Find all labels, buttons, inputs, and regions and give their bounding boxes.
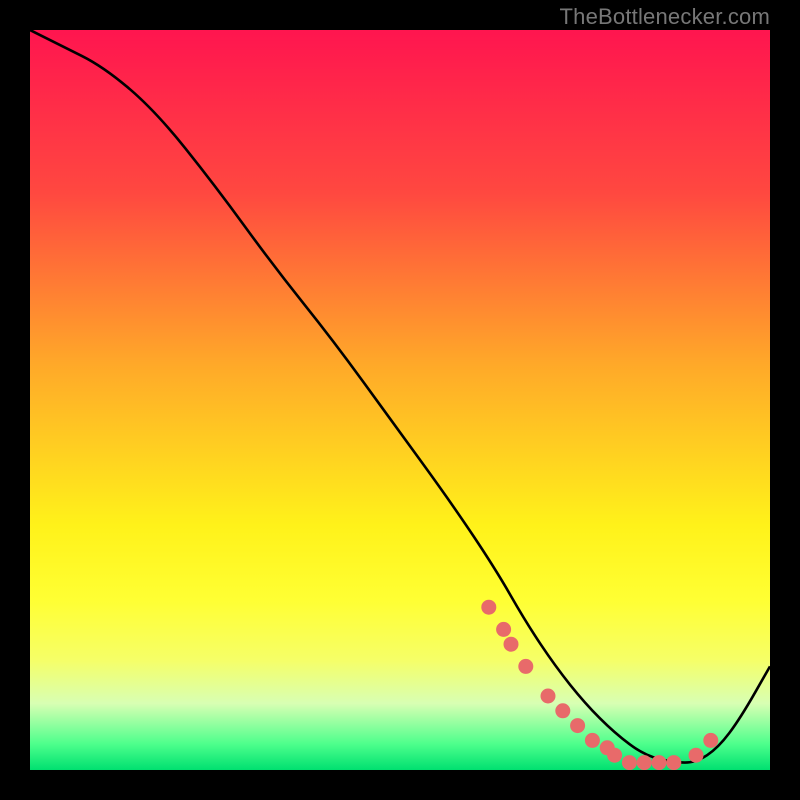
chart-frame: TheBottlenecker.com: [0, 0, 800, 800]
marker-dot: [637, 755, 652, 770]
marker-dot: [481, 600, 496, 615]
marker-dot: [666, 755, 681, 770]
plot-area: [30, 30, 770, 770]
marker-dot: [607, 748, 622, 763]
watermark-text: TheBottlenecker.com: [560, 4, 770, 30]
marker-dot: [518, 659, 533, 674]
marker-dot: [703, 733, 718, 748]
marker-dot: [585, 733, 600, 748]
marker-dot: [541, 689, 556, 704]
marker-dot: [555, 703, 570, 718]
chart-svg: [30, 30, 770, 770]
marker-dot: [570, 718, 585, 733]
marker-dot: [622, 755, 637, 770]
marker-dot: [689, 748, 704, 763]
marker-dot: [652, 755, 667, 770]
gradient-background: [30, 30, 770, 770]
marker-dot: [496, 622, 511, 637]
marker-dot: [504, 637, 519, 652]
